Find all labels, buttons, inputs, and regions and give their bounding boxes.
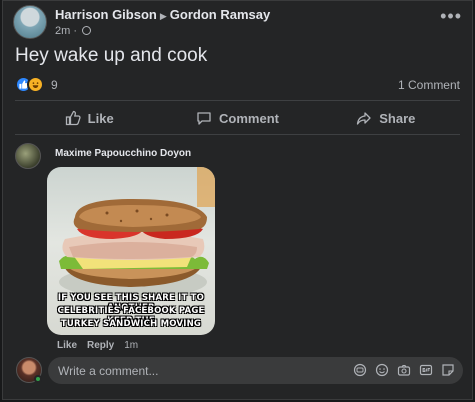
comment-input[interactable]: Write a comment... [58, 364, 158, 378]
comment-count-link[interactable]: 1 Comment [398, 78, 460, 92]
meme-caption-line: TURKEY SANDWICH MOVING [60, 319, 202, 329]
comment-reply-link[interactable]: Reply [87, 340, 114, 351]
comment-label: Comment [219, 110, 279, 126]
like-button[interactable]: Like [15, 104, 163, 132]
post-time[interactable]: 2m [55, 25, 70, 37]
author-name[interactable]: Harrison Gibson [55, 7, 157, 22]
reaction-count: 9 [51, 78, 58, 92]
emoji-icon[interactable] [375, 363, 389, 377]
comment-composer[interactable]: Write a comment... [48, 357, 463, 384]
comment-button[interactable]: Comment [163, 104, 311, 132]
online-status-indicator [34, 375, 42, 383]
thumbs-up-icon [65, 110, 81, 126]
post-text: Hey wake up and cook [15, 45, 208, 66]
composer-icons [353, 363, 455, 377]
author-avatar[interactable] [13, 5, 47, 39]
comment-bubble-icon [197, 112, 211, 125]
comment-meme-image[interactable]: IF YOU SEE THIS SHARE IT TO ANOTHER CELE… [47, 167, 215, 335]
arrow-right-icon: ▶ [159, 11, 167, 21]
gif-icon[interactable] [419, 363, 433, 377]
post-card: Harrison Gibson ▶ Gordon Ramsay 2m · ••• H… [2, 0, 473, 400]
commenter-avatar[interactable] [15, 143, 41, 169]
share-label: Share [379, 110, 416, 126]
share-button[interactable]: Share [312, 104, 460, 132]
sticker-icon[interactable] [441, 363, 455, 377]
divider [15, 134, 460, 135]
target-page-name[interactable]: Gordon Ramsay [170, 7, 270, 22]
post-actions: Like Comment Share [15, 104, 460, 132]
globe-icon [82, 26, 92, 35]
comment-actions: Like Reply 1m [57, 340, 148, 351]
post-author-line: Harrison Gibson ▶ Gordon Ramsay [55, 7, 270, 22]
camera-icon[interactable] [397, 363, 411, 377]
avatar-sticker-icon[interactable] [353, 363, 367, 377]
post-meta: 2m · [55, 25, 92, 37]
comment-like-link[interactable]: Like [57, 340, 77, 351]
like-label: Like [87, 110, 114, 126]
haha-reaction-icon [27, 76, 44, 93]
more-options-icon[interactable]: ••• [440, 7, 462, 25]
share-arrow-icon [357, 112, 371, 125]
commenter-name[interactable]: Maxime Papoucchino Doyon [55, 148, 191, 159]
divider [15, 100, 460, 101]
post-header: Harrison Gibson ▶ Gordon Ramsay 2m · ••• [13, 5, 468, 39]
comment-time[interactable]: 1m [124, 340, 138, 351]
